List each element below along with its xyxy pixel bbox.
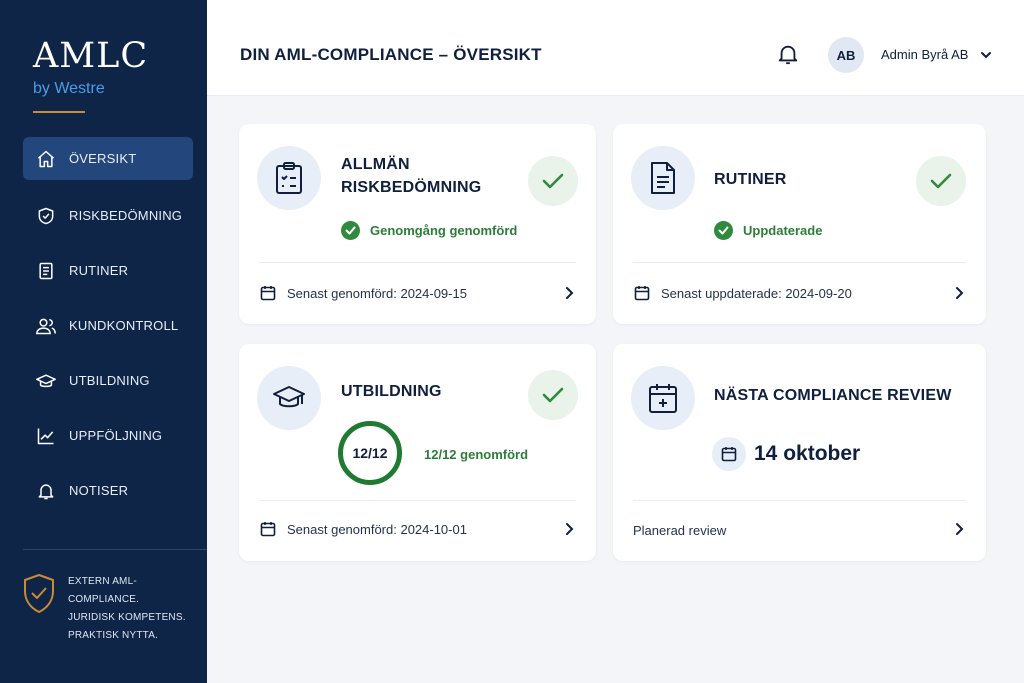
document-icon xyxy=(35,260,57,282)
sidebar-item-label: NOTISER xyxy=(69,483,129,498)
status-badge: Uppdaterade xyxy=(714,221,822,240)
status-badge: Genomgång genomförd xyxy=(341,221,517,240)
progress-label: 12/12 genomförd xyxy=(424,447,529,462)
sidebar-item-label: ÖVERSIKT xyxy=(69,151,137,166)
sidebar-item-label: RUTINER xyxy=(69,263,129,278)
sidebar-item-label: KUNDKONTROLL xyxy=(69,318,179,333)
bell-icon xyxy=(35,480,57,502)
card-next-review[interactable]: NÄSTA COMPLIANCE REVIEW 14 oktober Plane… xyxy=(613,344,986,561)
chevron-right-icon[interactable] xyxy=(954,286,964,300)
check-icon xyxy=(916,156,966,206)
sidebar-item-label: UPPFÖLJNING xyxy=(69,428,163,443)
sidebar-item-uppfoljning[interactable]: UPPFÖLJNING xyxy=(23,414,193,457)
sidebar-nav: ÖVERSIKT RISKBEDÖMNING RUTINER KUNDKONTR… xyxy=(23,137,193,524)
chevron-right-icon[interactable] xyxy=(564,286,574,300)
card-routines[interactable]: RUTINER Uppdaterade Senast uppdaterade: … xyxy=(613,124,986,324)
card-title: RUTINER xyxy=(714,171,787,188)
sidebar-item-label: RISKBEDÖMNING xyxy=(69,208,183,223)
tagline-line: PRAKTISK NYTTA. xyxy=(68,630,159,641)
card-title: ALLMÄN RISKBEDÖMNING xyxy=(341,156,482,196)
calendar-icon xyxy=(712,437,746,471)
sidebar-item-kundkontroll[interactable]: KUNDKONTROLL xyxy=(23,304,193,347)
chevron-right-icon[interactable] xyxy=(564,522,574,536)
sidebar-item-rutiner[interactable]: RUTINER xyxy=(23,249,193,292)
card-footer: Senast genomförd: 2024-10-01 xyxy=(260,521,467,537)
brand-underline xyxy=(33,111,85,113)
card-footer: Planerad review xyxy=(633,523,727,538)
chart-line-icon xyxy=(35,425,57,447)
sidebar-item-utbildning[interactable]: UTBILDNING xyxy=(23,359,193,402)
check-icon xyxy=(528,370,578,420)
page-title: DIN AML-COMPLIANCE – ÖVERSIKT xyxy=(240,45,542,64)
users-icon xyxy=(35,315,57,337)
check-icon xyxy=(528,156,578,206)
card-footer: Senast genomförd: 2024-09-15 xyxy=(260,285,467,301)
user-name[interactable]: Admin Byrå AB xyxy=(881,47,968,62)
document-icon xyxy=(631,146,695,210)
review-date: 14 oktober xyxy=(754,442,861,465)
sidebar-tagline: EXTERN AML-COMPLIANCE. JURIDISK KOMPETEN… xyxy=(22,573,207,645)
sidebar-item-label: UTBILDNING xyxy=(69,373,150,388)
calendar-plus-icon xyxy=(631,366,695,430)
graduation-cap-icon xyxy=(257,366,321,430)
sidebar-item-riskbedomning[interactable]: RISKBEDÖMNING xyxy=(23,194,193,237)
card-title: UTBILDNING xyxy=(341,383,442,400)
calendar-icon xyxy=(260,285,276,301)
graduation-cap-icon xyxy=(35,370,57,392)
check-circle-icon xyxy=(341,221,360,240)
tagline-line: JURIDISK KOMPETENS. xyxy=(68,612,186,623)
shield-check-icon xyxy=(35,205,57,227)
brand-subtitle: by Westre xyxy=(33,80,105,97)
chevron-down-icon[interactable] xyxy=(980,48,992,60)
card-risk-assessment[interactable]: ALLMÄN RISKBEDÖMNING Genomgång genomförd… xyxy=(239,124,596,324)
check-circle-icon xyxy=(714,221,733,240)
calendar-icon xyxy=(634,285,650,301)
calendar-icon xyxy=(260,521,276,537)
sidebar-item-oversikt[interactable]: ÖVERSIKT xyxy=(23,137,193,180)
chevron-right-icon[interactable] xyxy=(954,522,964,536)
tagline-line: EXTERN AML-COMPLIANCE. xyxy=(68,576,140,605)
divider xyxy=(633,500,966,501)
notifications-bell-icon[interactable] xyxy=(777,42,799,66)
sidebar-divider xyxy=(23,549,207,550)
progress-ring: 12/12 xyxy=(338,421,402,485)
card-training[interactable]: UTBILDNING 12/12 12/12 genomförd Senast … xyxy=(239,344,596,561)
card-footer: Senast uppdaterade: 2024-09-20 xyxy=(634,285,852,301)
clipboard-icon xyxy=(257,146,321,210)
sidebar-item-notiser[interactable]: NOTISER xyxy=(23,469,193,512)
divider xyxy=(259,262,576,263)
divider xyxy=(633,262,966,263)
avatar[interactable]: AB xyxy=(828,37,864,73)
sidebar: AMLC by Westre ÖVERSIKT RISKBEDÖMNING RU… xyxy=(0,0,207,683)
divider xyxy=(259,500,576,501)
top-header: DIN AML-COMPLIANCE – ÖVERSIKT AB Admin B… xyxy=(207,0,1024,96)
card-title: NÄSTA COMPLIANCE REVIEW xyxy=(714,387,952,404)
shield-check-icon xyxy=(22,573,56,615)
brand-logo: AMLC xyxy=(33,36,149,76)
home-icon xyxy=(35,148,57,170)
